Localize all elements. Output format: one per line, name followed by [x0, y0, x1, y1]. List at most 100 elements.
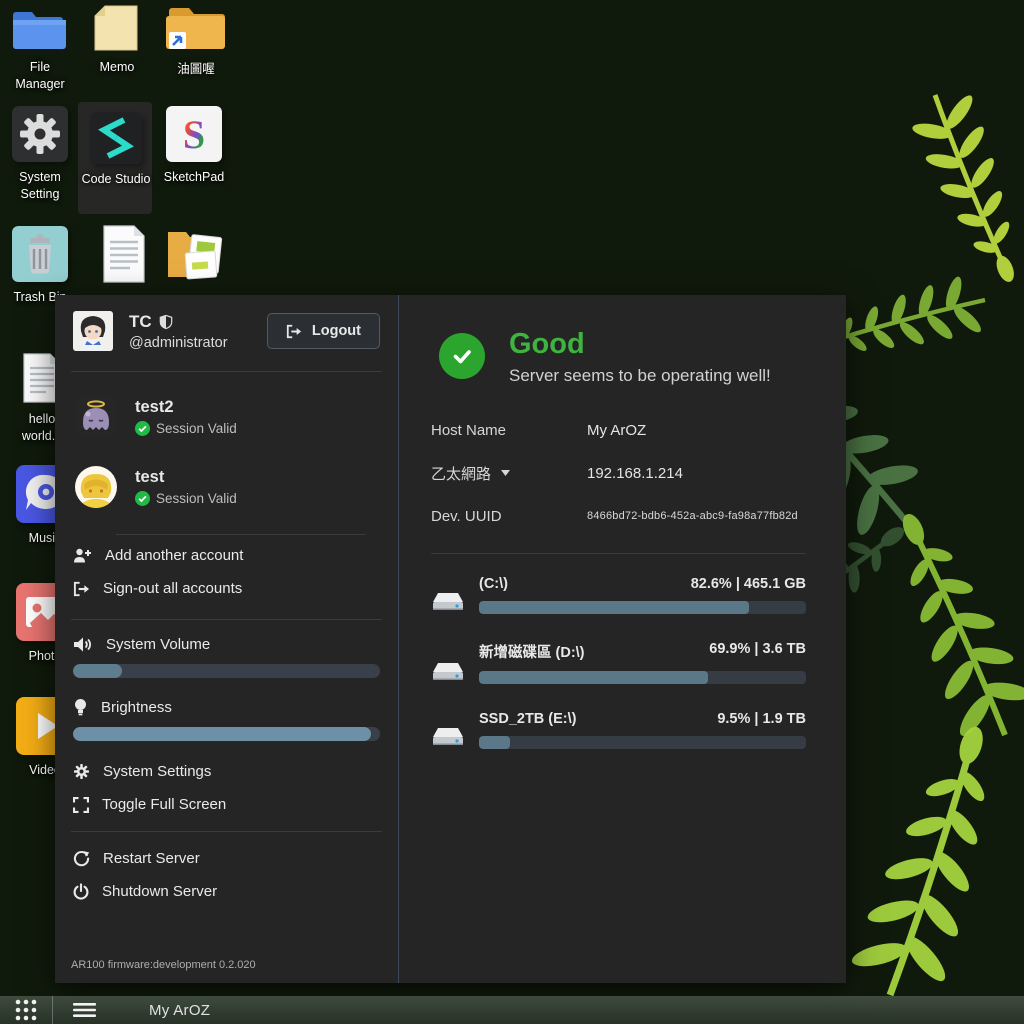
toggle-fullscreen-item[interactable]: Toggle Full Screen — [71, 788, 382, 821]
avatar — [75, 396, 117, 438]
desktop-icon-document[interactable] — [92, 224, 156, 284]
disk-name: (C:\) — [479, 576, 508, 592]
sketchpad-icon: S — [162, 106, 226, 162]
check-circle-icon — [135, 491, 150, 506]
system-settings-item[interactable]: System Settings — [71, 755, 382, 788]
disk-name: SSD_2TB (E:\) — [479, 711, 577, 727]
restart-server-item[interactable]: Restart Server — [71, 842, 382, 875]
desktop-icon-label: SketchPad — [162, 169, 226, 186]
desktop-icon-sketchpad[interactable]: S SketchPad — [162, 106, 226, 186]
system-volume-label-row: System Volume — [73, 632, 380, 653]
status-check-circle-icon — [439, 333, 485, 379]
hostname-value: My ArOZ — [587, 422, 806, 439]
disk-row-d: 新增磁碟區 (D:\) 69.9% | 3.6 TB — [431, 641, 806, 684]
brightness-icon — [73, 698, 88, 716]
disk-stat: 82.6% | 465.1 GB — [691, 576, 806, 592]
divider — [71, 371, 382, 372]
account-item-test2[interactable]: test2 Session Valid — [75, 396, 378, 438]
disk-usage-bar — [479, 671, 806, 684]
brightness-slider[interactable] — [73, 727, 380, 741]
user-pane: TC @administrator Logout — [55, 295, 398, 983]
divider — [71, 619, 382, 620]
fullscreen-icon — [73, 797, 89, 813]
volume-slider[interactable] — [73, 664, 380, 678]
add-account-item[interactable]: Add another account — [71, 539, 382, 572]
note-icon — [85, 4, 149, 52]
desktop-icon-photos-folder[interactable] — [158, 226, 234, 284]
logout-button[interactable]: Logout — [267, 313, 380, 349]
gear-icon — [73, 763, 90, 780]
menu-label: Restart Server — [103, 850, 200, 867]
desktop-icon-label: Memo — [85, 59, 149, 76]
slider-label: Brightness — [101, 699, 172, 716]
disk-usage-fill — [479, 601, 749, 614]
desktop-icon-file-manager[interactable]: File Manager — [8, 4, 72, 93]
disk-usage-section: (C:\) 82.6% | 465.1 GB — [431, 553, 806, 749]
document-icon — [92, 224, 156, 284]
user-plus-icon — [73, 547, 92, 564]
network-label: 乙太網路 — [431, 463, 491, 484]
divider — [116, 534, 366, 535]
session-status: Session Valid — [156, 491, 237, 506]
menu-button[interactable] — [53, 996, 115, 1024]
volume-slider-fill — [73, 664, 122, 678]
menu-label: Add another account — [105, 547, 243, 564]
hdd-icon — [431, 590, 465, 614]
desktop-icon-shortcut-folder[interactable]: 油圖喔 — [158, 4, 234, 78]
avatar — [75, 466, 117, 508]
folder-photos-icon — [158, 226, 234, 284]
disk-row-e: SSD_2TB (E:\) 9.5% | 1.9 TB — [431, 711, 806, 749]
logout-label: Logout — [312, 323, 361, 339]
desktop-icon-label: 油圖喔 — [158, 61, 234, 78]
check-circle-icon — [135, 421, 150, 436]
disk-usage-fill — [479, 736, 510, 749]
volume-icon — [73, 636, 93, 653]
code-studio-icon — [80, 112, 152, 164]
desktop-icon-system-setting[interactable]: System Setting — [8, 106, 72, 203]
account-item-test[interactable]: test Session Valid — [75, 466, 378, 508]
folder-icon — [8, 4, 72, 52]
hdd-icon — [431, 660, 465, 684]
username: TC — [129, 312, 152, 332]
power-icon — [73, 883, 89, 900]
disk-row-c: (C:\) 82.6% | 465.1 GB — [431, 576, 806, 614]
app-launcher-button[interactable] — [0, 996, 52, 1024]
menu-icon — [73, 1003, 96, 1017]
shield-icon — [159, 314, 173, 330]
hostname-label: Host Name — [431, 422, 559, 439]
signout-icon — [73, 581, 90, 597]
svg-text:S: S — [183, 112, 205, 157]
slider-label: System Volume — [106, 636, 210, 653]
brightness-slider-fill — [73, 727, 371, 741]
hdd-icon — [431, 725, 465, 749]
menu-label: System Settings — [103, 763, 211, 780]
status-title: Good — [509, 329, 771, 361]
desktop-icon-code-studio[interactable]: Code Studio — [80, 112, 152, 188]
disk-stat: 69.9% | 3.6 TB — [709, 641, 806, 662]
desktop-icon-memo[interactable]: Memo — [85, 4, 149, 76]
desktop-icon-label: File Manager — [8, 59, 72, 93]
signout-all-item[interactable]: Sign-out all accounts — [71, 572, 382, 605]
network-dropdown[interactable]: 乙太網路 — [431, 463, 559, 484]
ip-address-value: 192.168.1.214 — [587, 465, 806, 482]
avatar — [73, 311, 113, 351]
desktop-icon-trash-bin[interactable]: Trash Bin — [8, 226, 72, 306]
menu-label: Toggle Full Screen — [102, 796, 226, 813]
disk-name: 新增磁碟區 (D:\) — [479, 641, 585, 662]
taskbar-title: My ArOZ — [149, 1002, 210, 1019]
trash-icon — [8, 226, 72, 282]
logout-icon — [286, 324, 302, 339]
menu-label: Sign-out all accounts — [103, 580, 242, 597]
shutdown-server-item[interactable]: Shutdown Server — [71, 875, 382, 908]
user-status-panel: TC @administrator Logout — [55, 295, 846, 983]
app-launcher-grid-icon — [15, 999, 37, 1021]
desktop-screen: File Manager Memo 油圖喔 — [0, 0, 1024, 1024]
firmware-version: AR100 firmware:development 0.2.020 — [71, 953, 382, 973]
divider — [71, 831, 382, 832]
account-name: test2 — [135, 398, 237, 417]
session-status: Session Valid — [156, 421, 237, 436]
desktop-icon-label: Code Studio — [80, 171, 152, 188]
disk-usage-bar — [479, 601, 806, 614]
brightness-label-row: Brightness — [73, 694, 380, 716]
desktop-icon-label: System Setting — [8, 169, 72, 203]
